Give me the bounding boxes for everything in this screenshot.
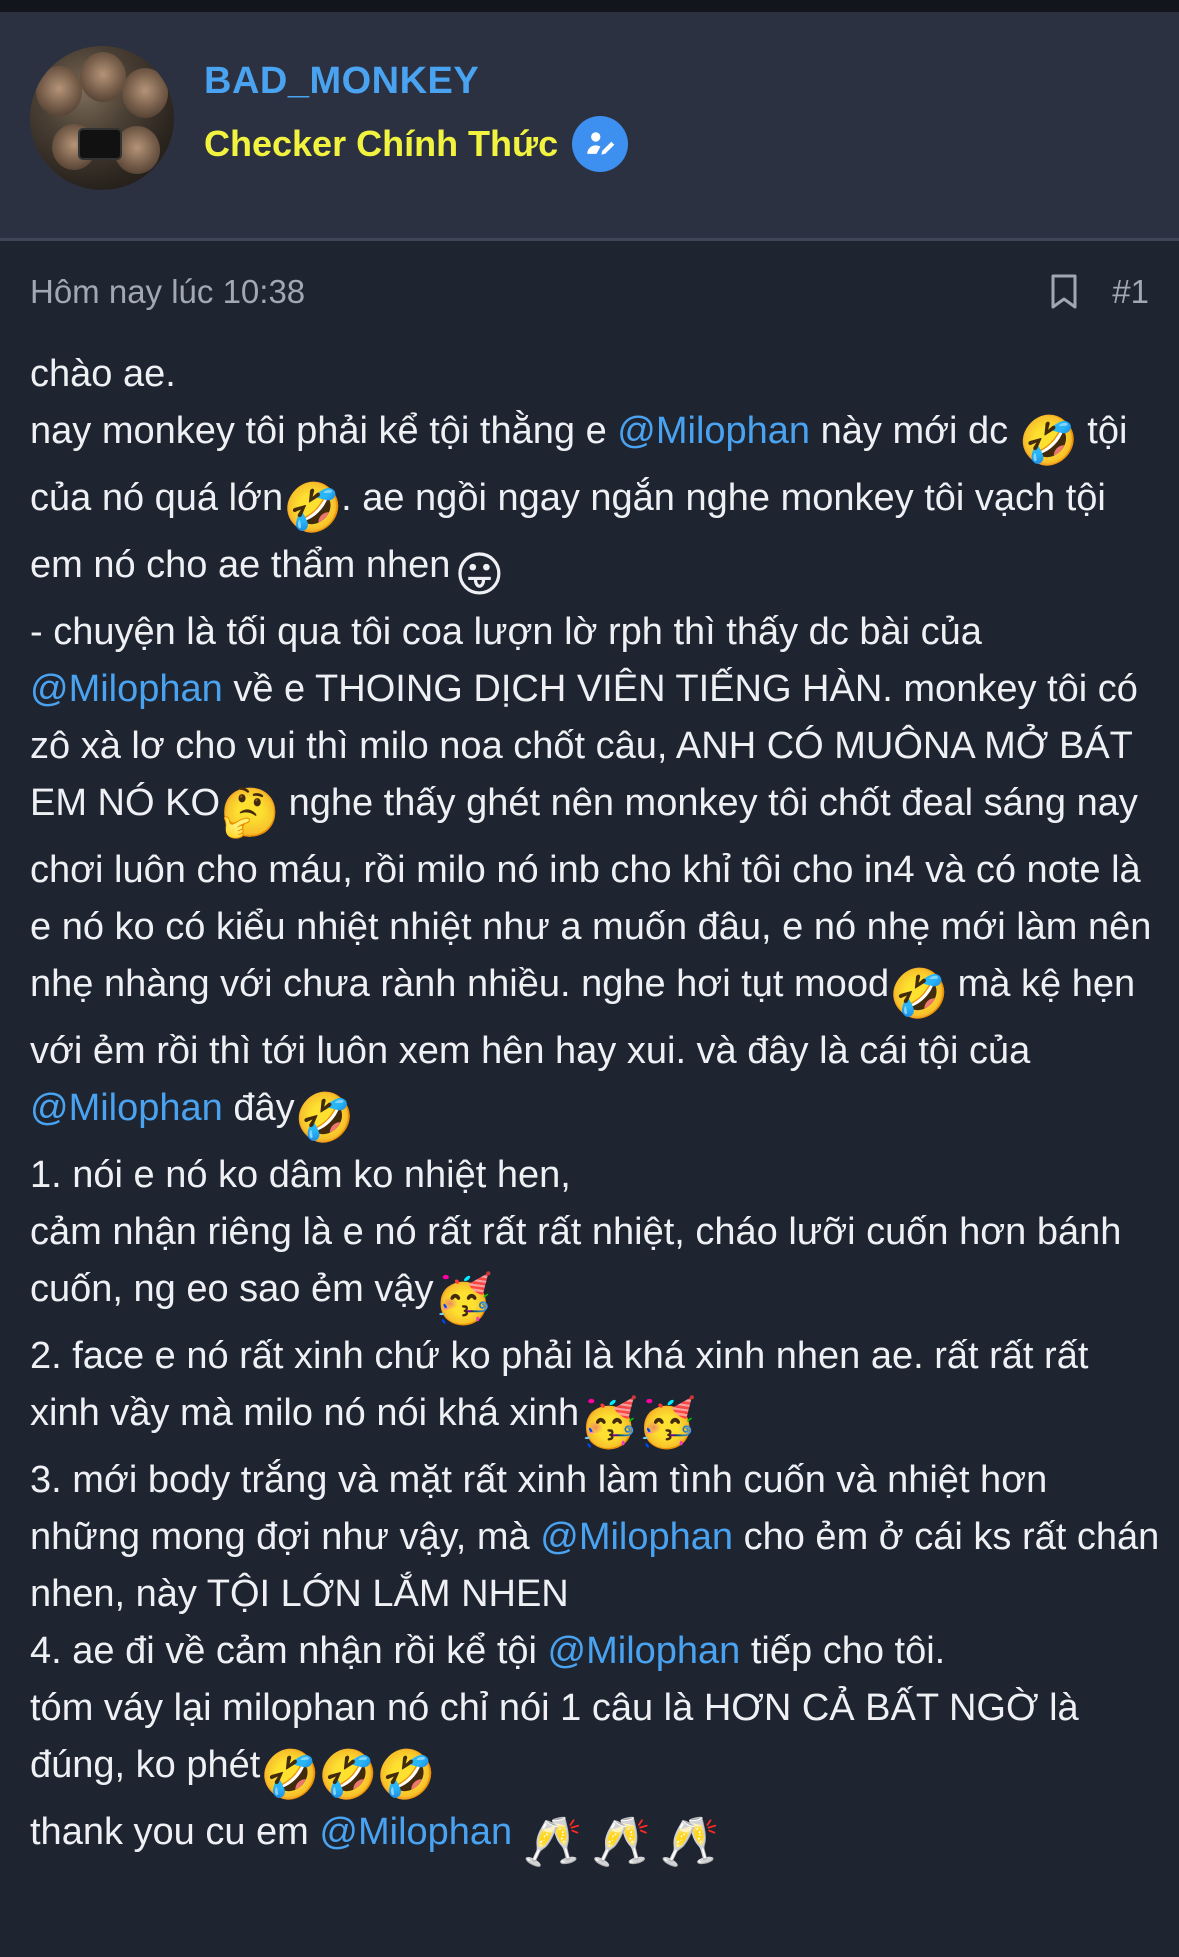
cheers-emoji-icon: 🥂: [659, 1814, 720, 1870]
user-role: Checker Chính Thức: [204, 116, 629, 172]
mention-link[interactable]: @Milophan: [540, 1516, 733, 1558]
party-emoji-icon: 🥳: [637, 1395, 697, 1451]
mention-link[interactable]: @Milophan: [319, 1811, 512, 1853]
camera-icon: [78, 128, 122, 160]
mention-link[interactable]: @Milophan: [30, 1087, 223, 1129]
party-emoji-icon: 🥳: [433, 1271, 494, 1327]
mention-link[interactable]: @Milophan: [548, 1630, 741, 1672]
role-label: Checker Chính Thức: [204, 123, 559, 164]
rofl-emoji-icon: 🤣: [376, 1747, 437, 1803]
text: chào ae.: [30, 353, 176, 395]
tongue-emoji-icon: 😛: [454, 547, 505, 603]
text: 2. face e nó rất xinh chứ ko phải là khá…: [30, 1335, 1089, 1434]
text: 1. nói e nó ko dâm ko nhiệt hen,: [30, 1154, 571, 1196]
post-number[interactable]: #1: [1112, 273, 1149, 311]
post-body: chào ae. nay monkey tôi phải kể tội thằn…: [30, 346, 1160, 1871]
body-line: tóm váy lại milophan nó chỉ nói 1 câu là…: [30, 1680, 1160, 1804]
avatar-face-2: [80, 52, 126, 102]
avatar-face-1: [36, 66, 82, 116]
verified-user-icon[interactable]: [572, 116, 629, 172]
post-header: BAD_MONKEY Checker Chính Thức: [0, 12, 1179, 241]
cheers-emoji-icon: 🥂: [591, 1814, 652, 1870]
avatar[interactable]: [30, 46, 174, 190]
cheers-emoji-icon: 🥂: [522, 1814, 583, 1870]
body-line: thank you cu em @Milophan 🥂 🥂 🥂: [30, 1804, 1160, 1871]
text: này mới dc: [810, 410, 1009, 452]
mention-link[interactable]: @Milophan: [617, 410, 810, 452]
mention-link[interactable]: @Milophan: [30, 668, 223, 710]
body-line: - chuyện là tối qua tôi coa lượn lờ rph …: [30, 604, 1160, 1147]
body-line: 2. face e nó rất xinh chứ ko phải là khá…: [30, 1328, 1160, 1452]
text: nay monkey tôi phải kể tội thằng e: [30, 410, 618, 452]
thinking-emoji-icon: 🤔: [220, 785, 280, 841]
rofl-emoji-icon: 🤣: [318, 1747, 379, 1803]
body-line: 4. ae đi về cảm nhận rồi kể tội @Milopha…: [30, 1623, 1160, 1680]
party-emoji-icon: 🥳: [579, 1395, 639, 1451]
rofl-emoji-icon: 🤣: [283, 480, 343, 536]
text: 4. ae đi về cảm nhận rồi kể tội: [30, 1630, 548, 1672]
post-meta: Hôm nay lúc 10:38 #1: [30, 273, 1149, 311]
body-line: cảm nhận riêng là e nó rất rất rất nhiệt…: [30, 1204, 1160, 1328]
rofl-emoji-icon: 🤣: [294, 1090, 355, 1146]
body-line: 1. nói e nó ko dâm ko nhiệt hen,: [30, 1147, 1160, 1204]
text: cảm nhận riêng là e nó rất rất rất nhiệt…: [30, 1211, 1122, 1310]
rofl-emoji-icon: 🤣: [260, 1747, 321, 1803]
rofl-emoji-icon: 🤣: [1018, 413, 1079, 469]
username[interactable]: BAD_MONKEY: [204, 60, 479, 103]
bookmark-icon[interactable]: [1050, 274, 1078, 310]
body-line: nay monkey tôi phải kể tội thằng e @Milo…: [30, 403, 1160, 604]
text: thank you cu em: [30, 1811, 320, 1853]
text: - chuyện là tối qua tôi coa lượn lờ rph …: [30, 611, 982, 653]
body-line: chào ae.: [30, 346, 1160, 403]
text: tiếp cho tôi.: [740, 1630, 946, 1672]
avatar-face-3: [122, 68, 168, 118]
post-timestamp[interactable]: Hôm nay lúc 10:38: [30, 273, 305, 311]
body-line: 3. mới body trắng và mặt rất xinh làm tì…: [30, 1452, 1160, 1623]
top-bar: [0, 0, 1179, 12]
post-actions: #1: [1050, 273, 1149, 311]
text: tóm váy lại milophan nó chỉ nói 1 câu là…: [30, 1687, 1079, 1786]
text: đây: [233, 1087, 295, 1129]
rofl-emoji-icon: 🤣: [889, 966, 949, 1022]
